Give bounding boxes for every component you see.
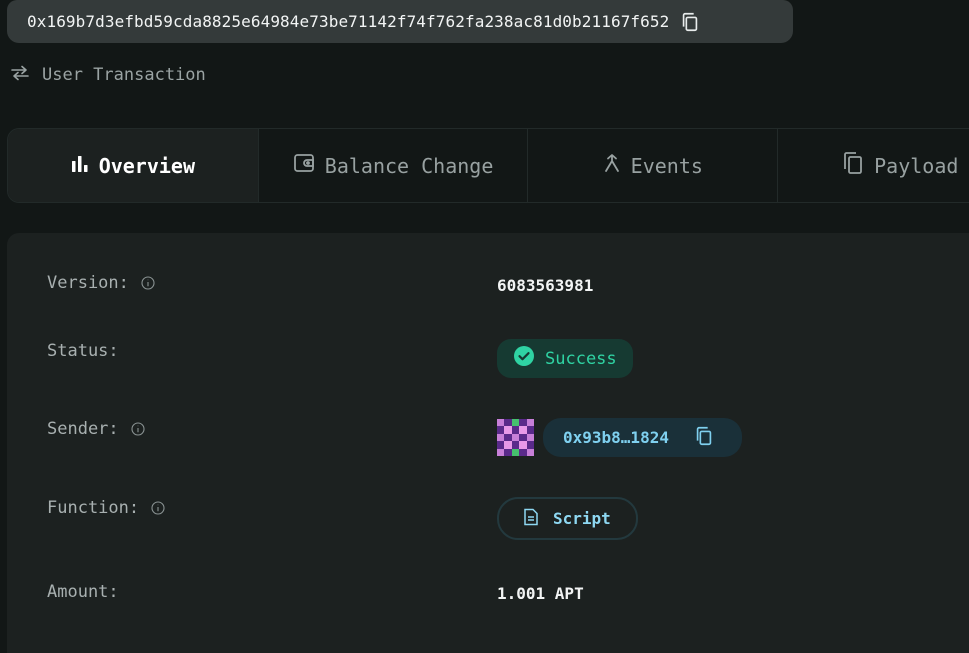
copy-document-icon xyxy=(842,151,864,180)
version-label-group: Version: xyxy=(47,273,155,293)
check-circle-icon xyxy=(513,345,535,372)
tab-balance-change[interactable]: Balance Change xyxy=(259,129,529,202)
version-label: Version: xyxy=(47,273,129,293)
transaction-hash: 0x169b7d3efbd59cda8825e64984e73be71142f7… xyxy=(27,12,670,31)
overview-panel: Version: 6083563981 Status: Success Send… xyxy=(7,233,969,653)
swap-arrows-icon xyxy=(10,65,30,86)
copy-icon[interactable] xyxy=(693,425,715,451)
amount-label: Amount: xyxy=(47,582,119,602)
tab-overview-label: Overview xyxy=(98,153,196,178)
bar-chart-icon xyxy=(71,154,89,178)
function-label-group: Function: xyxy=(47,498,165,518)
transaction-type-label: User Transaction xyxy=(42,65,206,85)
status-label: Status: xyxy=(47,341,119,361)
sender-row: Sender: xyxy=(47,419,145,439)
function-row: Function: xyxy=(47,498,165,518)
info-icon[interactable] xyxy=(131,422,145,436)
version-value: 6083563981 xyxy=(497,276,594,295)
tab-overview[interactable]: Overview xyxy=(8,129,259,202)
sender-address: 0x93b8…1824 xyxy=(563,428,669,447)
status-badge: Success xyxy=(497,339,633,378)
sender-label-group: Sender: xyxy=(47,419,145,439)
transaction-hash-bar: 0x169b7d3efbd59cda8825e64984e73be71142f7… xyxy=(7,0,793,43)
sender-label: Sender: xyxy=(47,419,119,439)
amount-value-wrap: 1.001 APT xyxy=(497,584,584,603)
amount-row: Amount: xyxy=(47,582,119,602)
status-row: Status: xyxy=(47,341,119,361)
function-value-wrap: Script xyxy=(497,497,638,540)
tab-events-label: Events xyxy=(630,153,703,178)
document-icon xyxy=(523,508,539,530)
version-row: Version: xyxy=(47,273,155,293)
function-label: Function: xyxy=(47,498,140,518)
tab-balance-change-label: Balance Change xyxy=(324,153,494,178)
copy-icon[interactable] xyxy=(679,11,701,33)
function-value: Script xyxy=(553,509,611,528)
function-script-badge[interactable]: Script xyxy=(497,497,638,540)
version-value-wrap: 6083563981 xyxy=(497,276,593,295)
merge-arrow-icon xyxy=(603,153,621,178)
sender-address-link[interactable]: 0x93b8…1824 xyxy=(543,418,742,457)
tab-payload[interactable]: Payload xyxy=(778,129,969,202)
tab-payload-label: Payload xyxy=(874,153,959,178)
info-icon[interactable] xyxy=(151,501,165,515)
wallet-icon xyxy=(293,153,315,178)
sender-avatar xyxy=(497,419,534,456)
status-value: Success xyxy=(545,348,617,369)
amount-value: 1.001 APT xyxy=(497,584,584,603)
transaction-type: User Transaction xyxy=(10,64,206,86)
tab-bar: Overview Balance Change Events Payload xyxy=(7,128,969,203)
info-icon[interactable] xyxy=(141,276,155,290)
sender-value-wrap: 0x93b8…1824 xyxy=(497,418,742,457)
tab-events[interactable]: Events xyxy=(528,129,779,202)
status-value-wrap: Success xyxy=(497,339,633,378)
